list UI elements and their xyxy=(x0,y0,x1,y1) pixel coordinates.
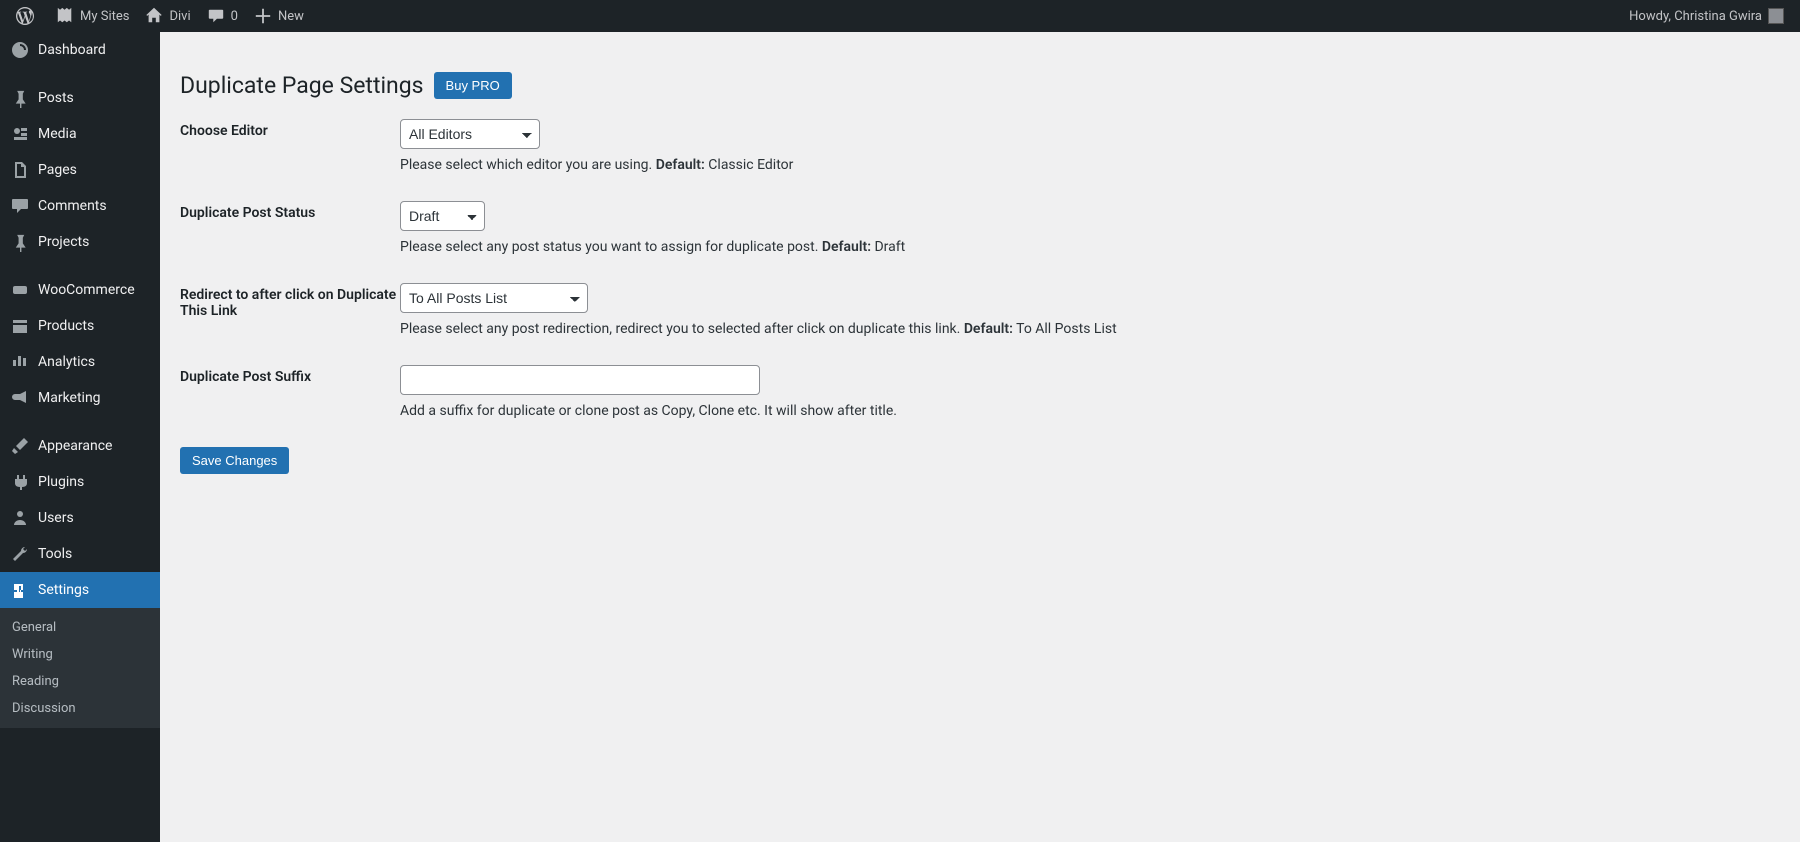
howdy-text: Howdy, Christina Gwira xyxy=(1629,9,1762,24)
brush-icon xyxy=(10,436,30,456)
sidebar-item-label: Marketing xyxy=(38,390,101,406)
settings-icon xyxy=(10,580,30,600)
comments-icon xyxy=(10,196,30,216)
select-choose-editor[interactable]: All Editors xyxy=(400,119,540,149)
sidebar-item-comments[interactable]: Comments xyxy=(0,188,160,224)
dashboard-icon xyxy=(10,40,30,60)
submenu-writing[interactable]: Writing xyxy=(0,641,160,668)
label-suffix: Duplicate Post Suffix xyxy=(180,365,400,385)
admin-bar: My Sites Divi 0 New Howdy, Christina Gwi… xyxy=(0,0,1800,32)
sidebar-item-products[interactable]: Products xyxy=(0,308,160,344)
woocommerce-icon xyxy=(10,280,30,300)
sidebar-item-label: Pages xyxy=(38,162,77,178)
sidebar-item-settings[interactable]: Settings xyxy=(0,572,160,608)
media-icon xyxy=(10,124,30,144)
pages-icon xyxy=(10,160,30,180)
my-sites-link[interactable]: My Sites xyxy=(48,0,137,32)
products-icon xyxy=(10,316,30,336)
label-choose-editor: Choose Editor xyxy=(180,119,400,139)
sidebar-item-label: Tools xyxy=(38,546,72,562)
plus-icon xyxy=(254,7,272,25)
sidebar-item-plugins[interactable]: Plugins xyxy=(0,464,160,500)
sidebar-item-projects[interactable]: Projects xyxy=(0,224,160,260)
sidebar-item-label: Analytics xyxy=(38,354,95,370)
select-redirect[interactable]: To All Posts List xyxy=(400,283,588,313)
sidebar-item-label: WooCommerce xyxy=(38,282,135,298)
sidebar-item-label: Appearance xyxy=(38,438,112,454)
home-icon xyxy=(145,7,163,25)
sidebar-item-label: Media xyxy=(38,126,77,142)
admin-bar-left: My Sites Divi 0 New xyxy=(8,0,312,32)
select-post-status[interactable]: Draft xyxy=(400,201,485,231)
row-choose-editor: Choose Editor All Editors Please select … xyxy=(180,119,1780,173)
wrench-icon xyxy=(10,544,30,564)
new-content-link[interactable]: New xyxy=(246,0,312,32)
sidebar-item-dashboard[interactable]: Dashboard xyxy=(0,32,160,68)
buy-pro-button[interactable]: Buy PRO xyxy=(434,72,512,99)
my-sites-label: My Sites xyxy=(80,9,129,24)
sidebar-item-posts[interactable]: Posts xyxy=(0,80,160,116)
desc-suffix: Add a suffix for duplicate or clone post… xyxy=(400,403,1780,419)
desc-choose-editor: Please select which editor you are using… xyxy=(400,157,1780,173)
main-content: Duplicate Page Settings Buy PRO Choose E… xyxy=(160,32,1800,842)
sidebar-item-label: Projects xyxy=(38,234,89,250)
label-redirect: Redirect to after click on Duplicate Thi… xyxy=(180,283,400,319)
sidebar-item-pages[interactable]: Pages xyxy=(0,152,160,188)
admin-bar-right: Howdy, Christina Gwira xyxy=(1621,0,1792,32)
my-account-link[interactable]: Howdy, Christina Gwira xyxy=(1621,0,1792,32)
submenu-reading[interactable]: Reading xyxy=(0,668,160,695)
save-changes-button[interactable]: Save Changes xyxy=(180,447,289,474)
input-suffix[interactable] xyxy=(400,365,760,395)
user-icon xyxy=(10,508,30,528)
sidebar-item-label: Plugins xyxy=(38,474,84,490)
sidebar-item-woocommerce[interactable]: WooCommerce xyxy=(0,272,160,308)
page-title-row: Duplicate Page Settings Buy PRO xyxy=(180,72,1780,99)
row-suffix: Duplicate Post Suffix Add a suffix for d… xyxy=(180,365,1780,419)
sidebar-item-media[interactable]: Media xyxy=(0,116,160,152)
label-post-status: Duplicate Post Status xyxy=(180,201,400,221)
pin-icon xyxy=(10,232,30,252)
sidebar-item-tools[interactable]: Tools xyxy=(0,536,160,572)
comments-count: 0 xyxy=(231,9,238,24)
desc-post-status: Please select any post status you want t… xyxy=(400,239,1780,255)
sidebar-item-analytics[interactable]: Analytics xyxy=(0,344,160,380)
comment-icon xyxy=(207,7,225,25)
site-name-link[interactable]: Divi xyxy=(137,0,198,32)
site-name-label: Divi xyxy=(169,9,190,24)
megaphone-icon xyxy=(10,388,30,408)
row-redirect: Redirect to after click on Duplicate Thi… xyxy=(180,283,1780,337)
sidebar-item-appearance[interactable]: Appearance xyxy=(0,428,160,464)
row-post-status: Duplicate Post Status Draft Please selec… xyxy=(180,201,1780,255)
sidebar-item-marketing[interactable]: Marketing xyxy=(0,380,160,416)
avatar xyxy=(1768,8,1784,24)
sidebar-item-label: Products xyxy=(38,318,94,334)
analytics-icon xyxy=(10,352,30,372)
wp-logo-menu[interactable] xyxy=(8,0,48,32)
wordpress-icon xyxy=(16,7,34,25)
settings-submenu: General Writing Reading Discussion xyxy=(0,608,160,728)
admin-sidebar: Dashboard Posts Media Pages Comments Pro… xyxy=(0,32,160,842)
submenu-general[interactable]: General xyxy=(0,614,160,641)
submenu-discussion[interactable]: Discussion xyxy=(0,695,160,722)
page-title: Duplicate Page Settings xyxy=(180,72,424,99)
sidebar-item-label: Posts xyxy=(38,90,74,106)
sidebar-item-label: Settings xyxy=(38,582,89,598)
sidebar-item-label: Comments xyxy=(38,198,107,214)
desc-redirect: Please select any post redirection, redi… xyxy=(400,321,1780,337)
sidebar-item-users[interactable]: Users xyxy=(0,500,160,536)
sidebar-item-label: Dashboard xyxy=(38,42,106,58)
sidebar-item-label: Users xyxy=(38,510,74,526)
pin-icon xyxy=(10,88,30,108)
new-label: New xyxy=(278,9,304,24)
comments-link[interactable]: 0 xyxy=(199,0,246,32)
settings-form: Choose Editor All Editors Please select … xyxy=(180,119,1780,419)
admin-multisite-icon xyxy=(56,7,74,25)
plugin-icon xyxy=(10,472,30,492)
